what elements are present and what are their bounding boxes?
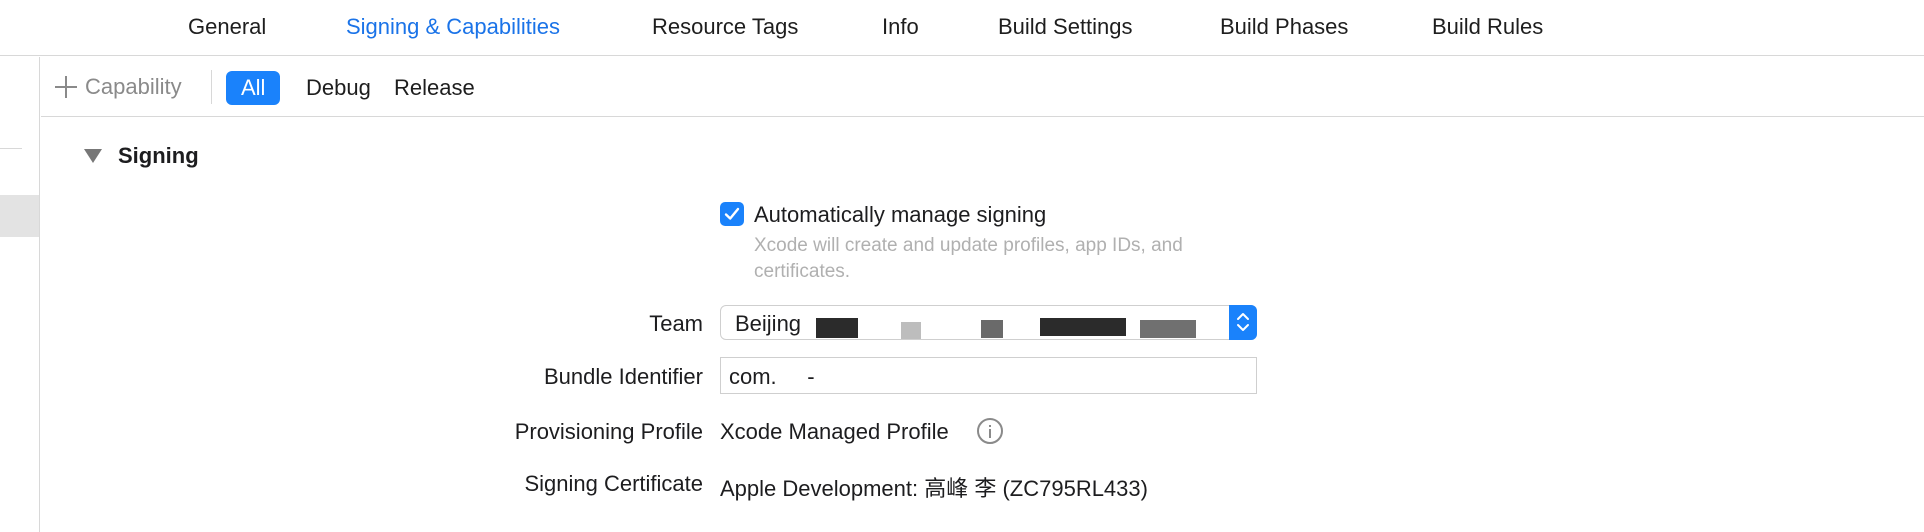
xcode-target-editor: General Signing & Capabilities Resource … bbox=[0, 0, 1924, 532]
tab-resource-tags[interactable]: Resource Tags bbox=[652, 14, 798, 40]
disclosure-triangle-icon[interactable] bbox=[84, 149, 102, 163]
bundle-identifier-value: com. - bbox=[729, 364, 815, 389]
tab-build-settings[interactable]: Build Settings bbox=[998, 14, 1133, 40]
provisioning-profile-value: Xcode Managed Profile bbox=[720, 419, 949, 444]
checkmark-icon bbox=[724, 207, 740, 220]
tab-info[interactable]: Info bbox=[882, 14, 919, 40]
provisioning-profile-label: Provisioning Profile bbox=[514, 419, 703, 444]
signing-section-header[interactable]: Signing bbox=[84, 143, 199, 169]
add-capability-label: Capability bbox=[85, 74, 182, 99]
team-popup[interactable]: Beijing bbox=[720, 305, 1257, 340]
bundle-identifier-field[interactable]: com. - bbox=[720, 357, 1257, 394]
sidebar-selected-item[interactable] bbox=[0, 195, 39, 237]
signing-section-title: Signing bbox=[118, 143, 199, 168]
filter-release-button[interactable]: Release bbox=[379, 71, 490, 105]
bundle-identifier-label: Bundle Identifier bbox=[544, 364, 703, 389]
filter-divider bbox=[211, 70, 212, 104]
auto-manage-signing-label[interactable]: Automatically manage signing bbox=[754, 202, 1046, 228]
team-label: Team bbox=[649, 311, 703, 336]
up-down-chevron-icon bbox=[1237, 313, 1249, 331]
targets-sidebar bbox=[0, 57, 40, 532]
tab-signing-capabilities[interactable]: Signing & Capabilities bbox=[346, 14, 560, 40]
redacted-team-text bbox=[1040, 318, 1126, 336]
filter-debug-button[interactable]: Debug bbox=[291, 71, 386, 105]
filter-all-button[interactable]: All bbox=[226, 71, 281, 105]
redacted-team-text bbox=[901, 322, 921, 339]
sidebar-divider bbox=[0, 148, 22, 149]
signing-certificate-value: Apple Development: 高峰 李 (ZC795RL433) bbox=[720, 476, 1148, 501]
plus-icon bbox=[55, 76, 77, 98]
tab-build-phases[interactable]: Build Phases bbox=[1220, 14, 1348, 40]
capability-filter-bar: Capability All Debug Release bbox=[41, 57, 1924, 117]
tab-general[interactable]: General bbox=[188, 14, 266, 40]
redacted-team-text bbox=[1140, 320, 1196, 338]
team-popup-stepper[interactable] bbox=[1229, 305, 1257, 340]
info-icon[interactable] bbox=[977, 418, 1003, 444]
auto-manage-signing-checkbox[interactable] bbox=[720, 202, 744, 226]
redacted-team-text bbox=[981, 320, 1003, 338]
team-value: Beijing bbox=[735, 311, 802, 336]
signing-certificate-label: Signing Certificate bbox=[524, 471, 703, 496]
editor-tab-bar: General Signing & Capabilities Resource … bbox=[0, 0, 1924, 56]
tab-build-rules[interactable]: Build Rules bbox=[1432, 14, 1543, 40]
redacted-team-text bbox=[816, 318, 858, 338]
add-capability-button[interactable]: Capability bbox=[55, 74, 182, 100]
auto-manage-signing-hint: Xcode will create and update profiles, a… bbox=[754, 235, 1183, 282]
